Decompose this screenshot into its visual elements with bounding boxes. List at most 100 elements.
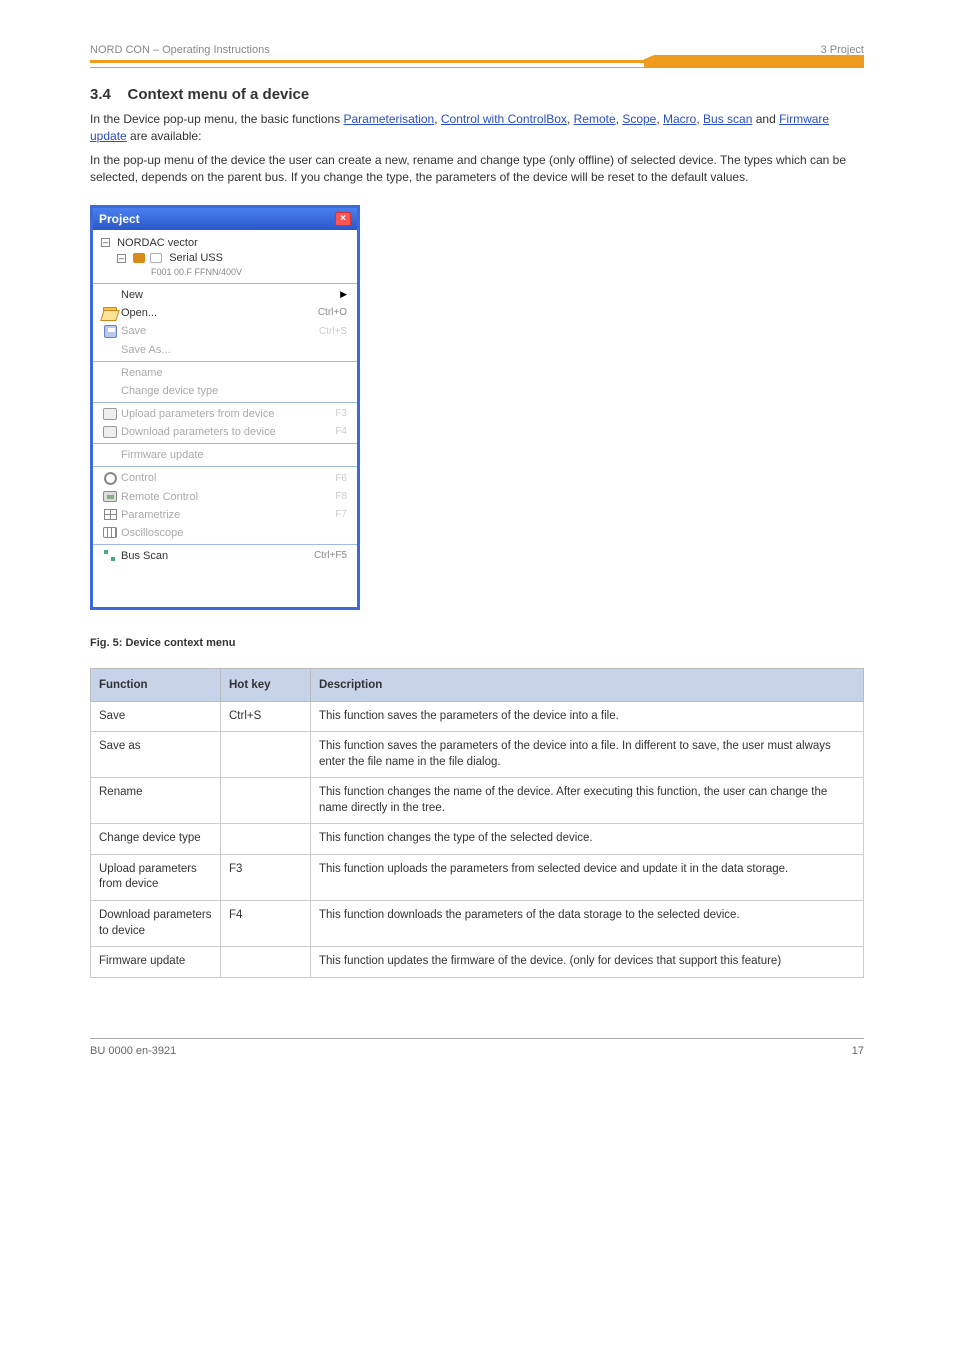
menu-item-shortcut: Ctrl+F5 [314, 550, 347, 561]
grid-icon [104, 509, 117, 520]
tree-row-bus[interactable]: – Serial USS [101, 251, 349, 266]
menu-item-shortcut: F8 [335, 491, 347, 502]
plug-icon [133, 253, 145, 263]
link-bus-scan[interactable]: Bus scan [703, 112, 752, 126]
menu-item-shortcut: F7 [335, 509, 347, 520]
tree-root-label: NORDAC vector [117, 237, 198, 249]
menu-item-label: Remote Control [121, 491, 335, 503]
cell-hotkey [221, 732, 311, 778]
menu-item-firmware-update: Firmware update [93, 446, 357, 464]
table-row: Change device type This function changes … [91, 824, 864, 855]
table-row: Rename This function changes the name of … [91, 778, 864, 824]
section-title: 3.4 Context menu of a device [90, 86, 864, 103]
table-row: Upload parameters from deviceF3This func… [91, 854, 864, 900]
cell-function: Rename [91, 778, 221, 824]
menu-item-bus-scan[interactable]: Bus ScanCtrl+F5 [93, 547, 357, 565]
menu-item-label: Download parameters to device [121, 426, 335, 438]
chapter-label: 3 Project [821, 44, 864, 56]
table-row: Download parameters to deviceF4This func… [91, 901, 864, 947]
table-row: Firmware updateThis function updates the… [91, 947, 864, 978]
cell-function: Save as [91, 732, 221, 778]
section-number: 3.4 [90, 86, 111, 103]
cell-hotkey [221, 947, 311, 978]
header-rule [90, 60, 864, 63]
cell-function: Save [91, 701, 221, 732]
menu-item-save: SaveCtrl+S [93, 322, 357, 341]
link-macro[interactable]: Macro [663, 112, 696, 126]
cell-hotkey [221, 778, 311, 824]
menu-item-label: Bus Scan [121, 550, 314, 562]
link-remote[interactable]: Remote [574, 112, 616, 126]
doc-ref: NORD CON – Operating Instructions [90, 44, 270, 56]
collapse-icon[interactable]: – [117, 254, 126, 263]
cell-function: Change device type [91, 824, 221, 855]
remote-icon [103, 491, 117, 502]
cell-hotkey [221, 824, 311, 855]
paragraph-2: In the pop-up menu of the device the use… [90, 152, 864, 187]
paragraph-1: In the Device pop-up menu, the basic fun… [90, 111, 864, 146]
folder-icon [103, 307, 117, 318]
cell-description: This function saves the parameters of th… [311, 701, 864, 732]
screenshot-context-menu: Project × – NORDAC vector – Serial USS F… [90, 205, 360, 610]
close-icon[interactable]: × [335, 212, 351, 226]
context-menu: New▶Open...Ctrl+OSaveCtrl+SSave As...Ren… [93, 283, 357, 607]
menu-item-parametrize: ParametrizeF7 [93, 506, 357, 524]
cell-hotkey: F4 [221, 901, 311, 947]
window-title: Project [99, 212, 140, 226]
menu-item-download-parameters-to-device: Download parameters to deviceF4 [93, 423, 357, 441]
tree-row-root[interactable]: – NORDAC vector [101, 236, 349, 251]
menu-item-open[interactable]: Open...Ctrl+O [93, 304, 357, 322]
menu-item-save-as: Save As... [93, 341, 357, 359]
cell-hotkey: F3 [221, 854, 311, 900]
menu-item-new[interactable]: New▶ [93, 286, 357, 304]
footer-doc-code: BU 0000 en-3921 [90, 1045, 176, 1057]
menu-item-shortcut: Ctrl+S [319, 326, 347, 337]
link-control-controlbox[interactable]: Control with ControlBox [441, 112, 567, 126]
table-row: Save as This function saves the parameter… [91, 732, 864, 778]
cell-hotkey: Ctrl+S [221, 701, 311, 732]
menu-item-label: Save [121, 325, 319, 337]
menu-item-control: ControlF6 [93, 469, 357, 488]
menu-item-change-device-type: Change device type [93, 382, 357, 400]
menu-item-remote-control: Remote ControlF8 [93, 488, 357, 506]
tree-row-device[interactable]: F001 00.F FFNN/400V [101, 266, 349, 279]
menu-item-label: Oscilloscope [121, 527, 347, 539]
cell-function: Upload parameters from device [91, 854, 221, 900]
project-tree: – NORDAC vector – Serial USS F001 00.F F… [93, 230, 357, 281]
cell-description: This function saves the parameters of th… [311, 732, 864, 778]
cell-function: Firmware update [91, 947, 221, 978]
menu-item-shortcut: Ctrl+O [318, 307, 347, 318]
cell-description: This function changes the name of the de… [311, 778, 864, 824]
disk-icon [104, 325, 117, 338]
transfer-icon [103, 408, 117, 420]
menu-item-label: Change device type [121, 385, 347, 397]
functions-table: Function Hot key Description SaveCtrl+ST… [90, 668, 864, 978]
menu-item-oscilloscope: Oscilloscope [93, 524, 357, 542]
link-parameterisation[interactable]: Parameterisation [343, 112, 434, 126]
menu-item-shortcut: F6 [335, 473, 347, 484]
menu-item-shortcut: F4 [335, 426, 347, 437]
menu-item-label: Control [121, 472, 335, 484]
figure-caption: Fig. 5: Device context menu [90, 636, 864, 652]
transfer-icon [103, 426, 117, 438]
col-description: Description [311, 668, 864, 701]
link-scope[interactable]: Scope [622, 112, 656, 126]
tree-bus-label: Serial USS [169, 252, 223, 264]
menu-item-label: Open... [121, 307, 318, 319]
cell-description: This function changes the type of the se… [311, 824, 864, 855]
col-hotkey: Hot key [221, 668, 311, 701]
menu-item-label: Upload parameters from device [121, 408, 335, 420]
window-titlebar: Project × [93, 208, 357, 230]
scope-icon [103, 527, 117, 538]
section-heading: Context menu of a device [128, 86, 310, 103]
table-row: SaveCtrl+SThis function saves the parame… [91, 701, 864, 732]
menu-item-shortcut: F3 [335, 408, 347, 419]
collapse-icon[interactable]: – [101, 238, 110, 247]
menu-item-label: New [121, 289, 340, 301]
scan-icon [103, 550, 117, 562]
gear-icon [104, 472, 117, 485]
cell-function: Download parameters to device [91, 901, 221, 947]
cell-description: This function downloads the parameters o… [311, 901, 864, 947]
menu-item-label: Firmware update [121, 449, 347, 461]
cell-description: This function uploads the parameters fro… [311, 854, 864, 900]
